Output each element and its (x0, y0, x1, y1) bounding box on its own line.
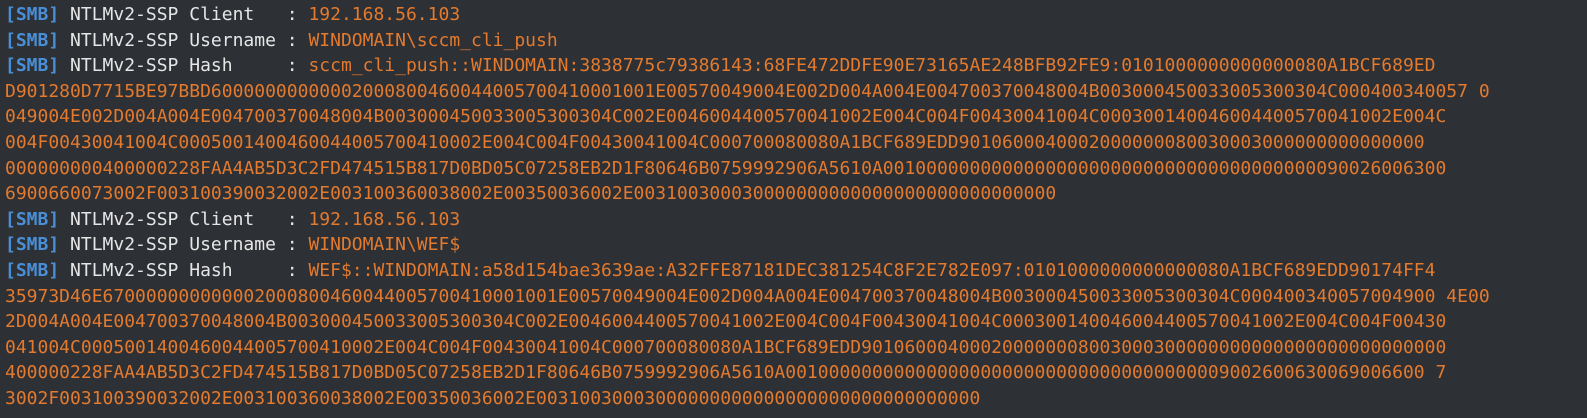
terminal-line: [SMB] NTLMv2-SSP Hash : WEF$::WINDOMAIN:… (5, 258, 1587, 284)
smb-tag: [SMB] (5, 234, 60, 256)
terminal-line: 3002F003100390032002E003100360038002E003… (5, 386, 1587, 412)
terminal-line: 6900660073002F003100390032002E0031003600… (5, 181, 1587, 207)
smb-tag: [SMB] (5, 208, 60, 230)
terminal-line: [SMB] NTLMv2-SSP Hash : sccm_cli_push::W… (5, 53, 1587, 79)
field-label: NTLMv2-SSP Hash : (59, 55, 309, 77)
hash-continuation: 2D004A004E004700370048004B00300045003300… (5, 311, 1447, 333)
field-value: WEF$::WINDOMAIN:a58d154bae3639ae:A32FFE8… (308, 259, 1436, 281)
field-label: NTLMv2-SSP Username : (59, 29, 309, 51)
hash-continuation: 400000228FAA4AB5D3C2FD474515B817D0BD05C0… (5, 362, 1447, 384)
terminal-line: 041004C0005001400460044005700410002E004C… (5, 335, 1587, 361)
field-label: NTLMv2-SSP Username : (59, 234, 309, 256)
smb-tag: [SMB] (5, 29, 60, 51)
field-label: NTLMv2-SSP Client : (59, 4, 309, 25)
terminal-line: 004F00430041004C000500140046004400570041… (5, 130, 1587, 156)
terminal-line: [SMB] NTLMv2-SSP Username : WINDOMAIN\WE… (5, 232, 1587, 258)
terminal-line: [SMB] NTLMv2-SSP Username : WINDOMAIN\sc… (5, 28, 1587, 54)
terminal-line: 35973D46E6700000000000020008004600440057… (5, 284, 1587, 310)
hash-continuation: 049004E002D004A004E004700370048004B00300… (5, 106, 1447, 128)
field-value: sccm_cli_push::WINDOMAIN:3838775c7938614… (308, 55, 1436, 77)
terminal-line: 400000228FAA4AB5D3C2FD474515B817D0BD05C0… (5, 360, 1587, 386)
terminal-line: 049004E002D004A004E004700370048004B00300… (5, 104, 1587, 130)
field-label: NTLMv2-SSP Client : (59, 208, 309, 230)
hash-continuation: 000000000400000228FAA4AB5D3C2FD474515B81… (5, 157, 1447, 179)
field-value: WINDOMAIN\sccm_cli_push (308, 29, 558, 51)
terminal-line: 2D004A004E004700370048004B00300045003300… (5, 309, 1587, 335)
terminal-output[interactable]: [SMB] NTLMv2-SSP Client : 192.168.56.103… (0, 0, 1587, 418)
hash-continuation: 6900660073002F003100390032002E0031003600… (5, 183, 1057, 205)
smb-tag: [SMB] (5, 55, 60, 77)
terminal-line: 000000000400000228FAA4AB5D3C2FD474515B81… (5, 156, 1587, 182)
hash-continuation: D901280D7715BE97BBD600000000000020008004… (5, 80, 1490, 102)
smb-tag: [SMB] (5, 259, 60, 281)
terminal-line: [SMB] NTLMv2-SSP Client : 192.168.56.103 (5, 207, 1587, 233)
terminal-line: D901280D7715BE97BBD600000000000020008004… (5, 79, 1587, 105)
field-value: 192.168.56.103 (308, 208, 461, 230)
field-value: 192.168.56.103 (308, 4, 461, 25)
field-value: WINDOMAIN\WEF$ (308, 234, 461, 256)
hash-continuation: 041004C0005001400460044005700410002E004C… (5, 336, 1447, 358)
hash-continuation: 004F00430041004C000500140046004400570041… (5, 131, 1425, 153)
terminal-line: [SMB] NTLMv2-SSP Client : 192.168.56.103 (5, 2, 1587, 28)
field-label: NTLMv2-SSP Hash : (59, 259, 309, 281)
hash-continuation: 3002F003100390032002E003100360038002E003… (5, 387, 981, 409)
smb-tag: [SMB] (5, 4, 60, 25)
hash-continuation: 35973D46E6700000000000020008004600440057… (5, 285, 1490, 307)
